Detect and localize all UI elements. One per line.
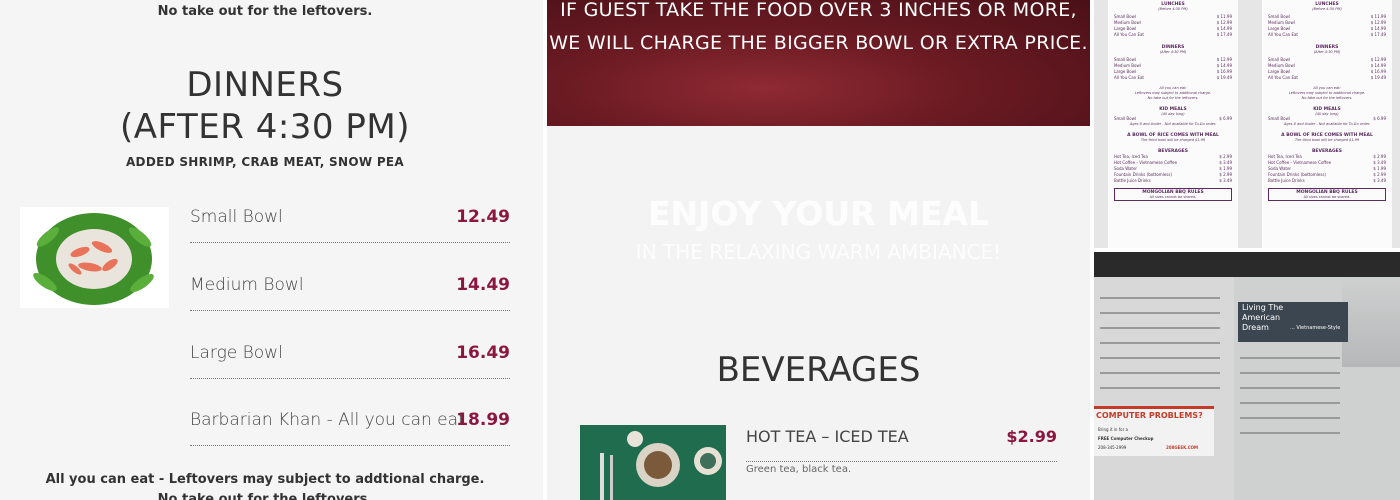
dinners-heading-line2: (AFTER 4:30 PM): [120, 107, 410, 147]
menu-item-name: Medium Bowl: [190, 275, 304, 295]
banner-line-1: IF GUEST TAKE THE FOOD OVER 3 INCHES OR …: [560, 0, 1077, 21]
beverage-name: HOT TEA – ICED TEA: [746, 427, 909, 446]
dinners-panel: No take out for the leftovers. DINNERS (…: [0, 0, 543, 500]
menu-item-name: Large Bowl: [190, 343, 283, 363]
text-line: [1100, 387, 1220, 389]
card-row: Bottle Juice Drinks $ 3.49: [1268, 178, 1386, 183]
menu-item-medium-bowl: Medium Bowl 14.49: [190, 273, 510, 311]
text-line: [1240, 387, 1340, 389]
printed-menu-photo: LUNCHES (Before 4:30 PM) Small Bowl $ 11.…: [1094, 0, 1400, 248]
ad-headline: COMPUTER PROBLEMS?: [1096, 411, 1203, 420]
beverage-description: Green tea, black tea.: [746, 464, 852, 475]
card-kid-note: Ages 8 and Under - Not available for To-…: [1283, 122, 1371, 126]
menu-card-right: LUNCHES (Before 4:30 PM) Small Bowl $ 11.…: [1262, 0, 1392, 248]
shrimp-snowpea-photo: [20, 207, 169, 308]
computer-ad: COMPUTER PROBLEMS? Bring it in for a FRE…: [1094, 406, 1214, 456]
menu-card-left: LUNCHES (Before 4:30 PM) Small Bowl $ 11.…: [1108, 0, 1238, 248]
text-line: [1240, 372, 1340, 374]
menu-item-small-bowl: Small Bowl 12.49: [190, 205, 510, 243]
tea-set-photo: [580, 425, 726, 500]
card-kid-note: Ages 8 and Under - Not available for To-…: [1129, 122, 1217, 126]
ad-phone: 208-345-2999: [1098, 445, 1127, 450]
magazine-photo: Living The American Dream ... Vietnamese…: [1094, 252, 1400, 500]
enjoy-meal-heading: ENJOY YOUR MEAL: [647, 194, 990, 233]
beverage-price: $2.99: [1006, 427, 1057, 446]
dinners-heading: DINNERS (AFTER 4:30 PM): [0, 64, 530, 148]
card-row: Bottle Juice Drinks $ 3.49: [1114, 178, 1232, 183]
menu-item-all-you-can-eat: Barbarian Khan - All you can eat 18.99: [190, 408, 510, 446]
menu-item-price: 18.99: [456, 410, 510, 430]
text-line: [1240, 357, 1340, 359]
text-line: [1240, 432, 1340, 434]
no-takeout-note-bottom: No take out for the leftovers.: [157, 492, 373, 500]
card-rules-box: MONGOLIAN BBQ RULES All sizes cannot be …: [1114, 188, 1232, 201]
beverages-panel: IF GUEST TAKE THE FOOD OVER 3 INCHES OR …: [547, 0, 1090, 500]
card-rules-line: All sizes cannot be shared.: [1303, 195, 1351, 199]
text-line: [1100, 312, 1220, 314]
menu-item-large-bowl: Large Bowl 16.49: [190, 341, 510, 379]
ad-brand: 208GEEK.COM: [1166, 445, 1199, 450]
dinners-heading-line1: DINNERS: [186, 65, 344, 105]
ad-line: FREE Computer Checkup: [1098, 436, 1154, 441]
menu-item-price: 16.49: [456, 343, 510, 363]
menu-item-price: 14.49: [456, 275, 510, 295]
oversize-warning-banner: IF GUEST TAKE THE FOOD OVER 3 INCHES OR …: [547, 0, 1090, 126]
dinners-subtitle: ADDED SHRIMP, CRAB MEAT, SNOW PEA: [125, 155, 405, 169]
card-rules-box: MONGOLIAN BBQ RULES All sizes cannot be …: [1268, 188, 1386, 201]
text-line: [1100, 297, 1220, 299]
text-line: [1240, 402, 1340, 404]
text-line: [1100, 327, 1220, 329]
ad-line: Bring it in for a: [1098, 427, 1128, 432]
menu-item-name: Small Bowl: [190, 207, 283, 227]
text-line: [1100, 357, 1220, 359]
text-line: [1100, 372, 1220, 374]
beverages-heading: BEVERAGES: [716, 350, 921, 390]
no-takeout-note: No take out for the leftovers.: [157, 4, 373, 19]
all-you-can-eat-note: All you can eat - Leftovers may subject …: [45, 472, 485, 487]
menu-item-name: Barbarian Khan - All you can eat: [190, 410, 465, 430]
magazine-subtitle: ... Vietnamese-Style: [1290, 325, 1341, 331]
menu-item-price: 12.49: [456, 207, 510, 227]
banner-line-2: WE WILL CHARGE THE BIGGER BOWL OR EXTRA …: [549, 32, 1088, 54]
enjoy-meal-subheading: IN THE RELAXING WARM AMBIANCE!: [635, 240, 1002, 264]
text-line: [1240, 417, 1340, 419]
magazine-portrait-photo: [1342, 277, 1400, 367]
card-rules-line: All sizes cannot be shared.: [1149, 195, 1197, 199]
beverage-item-tea: HOT TEA – ICED TEA $2.99: [746, 424, 1057, 462]
text-line: [1100, 342, 1220, 344]
